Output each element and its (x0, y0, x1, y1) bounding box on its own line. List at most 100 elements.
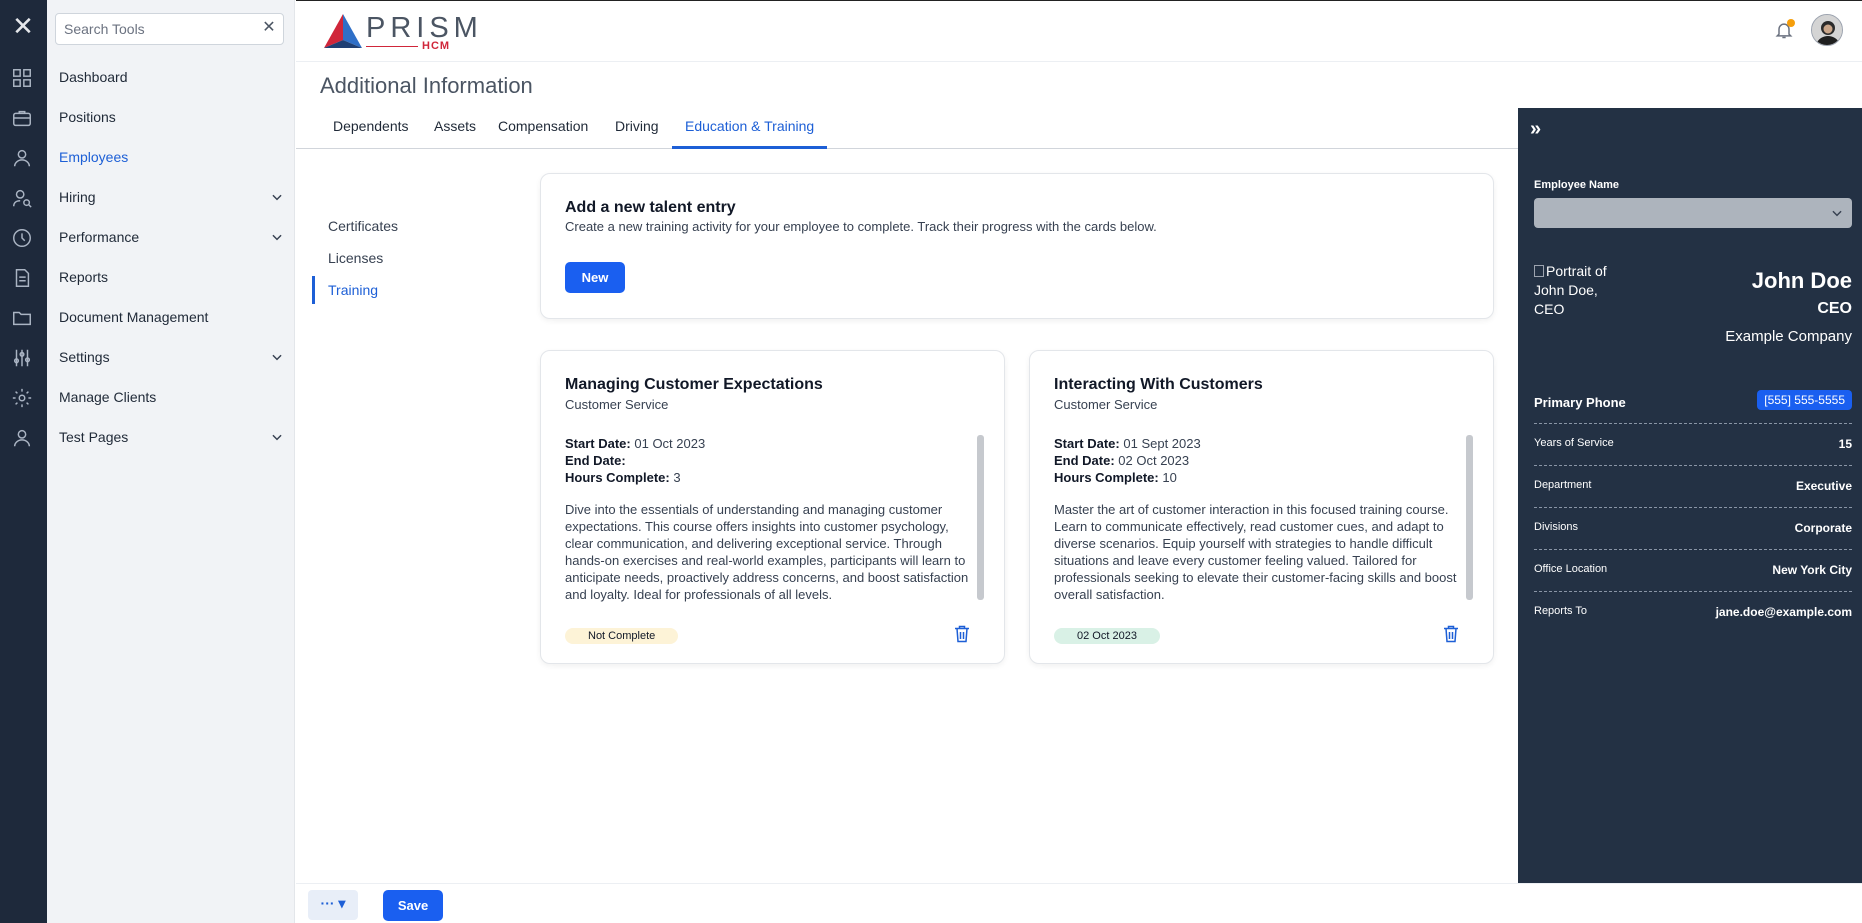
sidebar-item-label: Test Pages (59, 429, 129, 445)
new-entry-title: Add a new talent entry (565, 199, 736, 216)
performance-icon[interactable] (11, 227, 33, 249)
top-header: PRISM HCM (296, 0, 1862, 62)
hours-complete-label: Hours Complete: (1054, 470, 1159, 485)
employee-name-label: Employee Name (1534, 179, 1619, 191)
sidebar-item-test-pages[interactable]: Test Pages (47, 421, 294, 453)
sidebar-item-label: Employees (59, 149, 129, 165)
training-category: Customer Service (565, 397, 669, 412)
subnav-licenses[interactable]: Licenses (312, 244, 462, 272)
sidebar-item-settings[interactable]: Settings (47, 341, 294, 373)
detail-label: Department (1534, 479, 1592, 491)
employee-company: Example Company (1725, 328, 1852, 345)
training-card: Interacting With Customers Customer Serv… (1029, 350, 1494, 664)
sidebar-item-manage-clients[interactable]: Manage Clients (47, 381, 294, 413)
close-icon[interactable]: ✕ (9, 13, 37, 41)
chevron-down-icon[interactable] (270, 421, 284, 453)
double-chevron-right-icon[interactable]: » (1530, 119, 1550, 140)
chevron-down-icon (1830, 206, 1844, 220)
training-details[interactable]: Start Date: 01 Oct 2023 End Date: Hours … (565, 435, 975, 605)
sidebar-item-positions[interactable]: Positions (47, 101, 294, 133)
detail-label: Primary Phone (1534, 395, 1626, 410)
search-input[interactable] (64, 20, 254, 38)
dashboard-icon[interactable] (11, 67, 33, 89)
hiring-icon[interactable] (11, 187, 33, 209)
sidebar-item-label: Settings (59, 349, 110, 365)
sidebar-item-employees[interactable]: Employees (47, 141, 294, 173)
start-date: 01 Oct 2023 (634, 436, 706, 451)
bell-icon[interactable] (1774, 19, 1795, 40)
search-box: ✕ (55, 13, 284, 45)
training-card: Managing Customer Expectations Customer … (540, 350, 1005, 664)
scrollbar[interactable] (977, 435, 984, 600)
avatar[interactable] (1811, 14, 1843, 46)
chevron-down-icon[interactable] (270, 341, 284, 373)
sidebar-item-reports[interactable]: Reports (47, 261, 294, 293)
client-icon[interactable] (11, 427, 33, 449)
tab-education-training[interactable]: Education & Training (672, 109, 828, 149)
tab-driving[interactable]: Driving (602, 109, 672, 149)
employee-name-select[interactable] (1534, 198, 1852, 228)
detail-label: Reports To (1534, 605, 1587, 617)
training-title: Managing Customer Expectations (565, 376, 823, 393)
broken-image-icon (1534, 265, 1544, 277)
detail-value: Executive (1795, 479, 1852, 493)
tab-assets[interactable]: Assets (421, 109, 489, 149)
scrollbar[interactable] (1466, 435, 1473, 600)
sidebar-item-dashboard[interactable]: Dashboard (47, 61, 294, 93)
save-button[interactable]: Save (383, 890, 443, 921)
tab-compensation[interactable]: Compensation (485, 109, 601, 149)
subnav-training[interactable]: Training (312, 276, 462, 304)
portrait-alt-text: Portrait of John Doe, CEO (1534, 263, 1607, 317)
prism-logo-mark (324, 14, 362, 48)
detail-value: New York City (1772, 563, 1852, 577)
logo-divider (366, 46, 418, 47)
detail-label: Office Location (1534, 563, 1608, 575)
training-title: Interacting With Customers (1054, 376, 1263, 393)
sidebar: ✕ Dashboard Positions Employees Hiring P… (47, 0, 295, 923)
employee-role: CEO (1817, 300, 1852, 317)
status-badge: Not Complete (565, 628, 679, 644)
detail-row-department: Department Executive (1534, 466, 1852, 508)
sidebar-item-label: Document Management (59, 309, 209, 325)
phone-link[interactable]: [555] 555-5555 (1757, 390, 1852, 410)
sidebar-item-label: Reports (59, 269, 109, 285)
new-entry-description: Create a new training activity for your … (565, 219, 1157, 234)
end-date-label: End Date: (565, 453, 626, 468)
new-button[interactable]: New (565, 262, 625, 293)
training-description: Master the art of customer interaction i… (1054, 502, 1457, 602)
sidebar-item-label: Positions (59, 109, 116, 125)
close-icon[interactable]: ✕ (261, 20, 277, 36)
training-details[interactable]: Start Date: 01 Sept 2023 End Date: 02 Oc… (1054, 435, 1464, 605)
chevron-down-icon[interactable] (270, 221, 284, 253)
employee-portrait: Portrait of John Doe, CEO (1534, 262, 1630, 319)
chevron-down-icon[interactable] (270, 181, 284, 213)
sidebar-item-label: Performance (59, 229, 140, 245)
end-date: 02 Oct 2023 (1118, 453, 1190, 468)
tab-dependents[interactable]: Dependents (320, 109, 422, 149)
detail-value: Corporate (1794, 521, 1852, 535)
more-actions-button[interactable]: ··· ▾ (308, 890, 358, 920)
detail-row-years-of-service: Years of Service 15 (1534, 424, 1852, 466)
sidebar-item-label: Dashboard (59, 69, 128, 85)
trash-icon[interactable] (1443, 625, 1459, 643)
briefcase-icon[interactable] (11, 107, 33, 129)
logo-subtext: HCM (422, 40, 451, 52)
sidebar-item-label: Hiring (59, 189, 96, 205)
sliders-icon[interactable] (11, 347, 33, 369)
sidebar-item-hiring[interactable]: Hiring (47, 181, 294, 213)
hours-complete: 10 (1162, 470, 1177, 485)
subnav-certificates[interactable]: Certificates (312, 212, 462, 240)
notification-dot (1787, 19, 1795, 27)
icon-rail: ✕ (0, 0, 47, 923)
trash-icon[interactable] (954, 625, 970, 643)
user-icon[interactable] (11, 147, 33, 169)
sidebar-item-document-management[interactable]: Document Management (47, 301, 294, 333)
prism-logo[interactable]: PRISM HCM (324, 13, 478, 52)
sidebar-item-performance[interactable]: Performance (47, 221, 294, 253)
folder-icon[interactable] (11, 307, 33, 329)
document-icon[interactable] (11, 267, 33, 289)
employee-name: John Doe (1751, 268, 1852, 293)
hours-complete: 3 (673, 470, 681, 485)
gear-icon[interactable] (11, 387, 33, 409)
employee-panel: » Employee Name Portrait of John Doe, CE… (1518, 108, 1862, 883)
